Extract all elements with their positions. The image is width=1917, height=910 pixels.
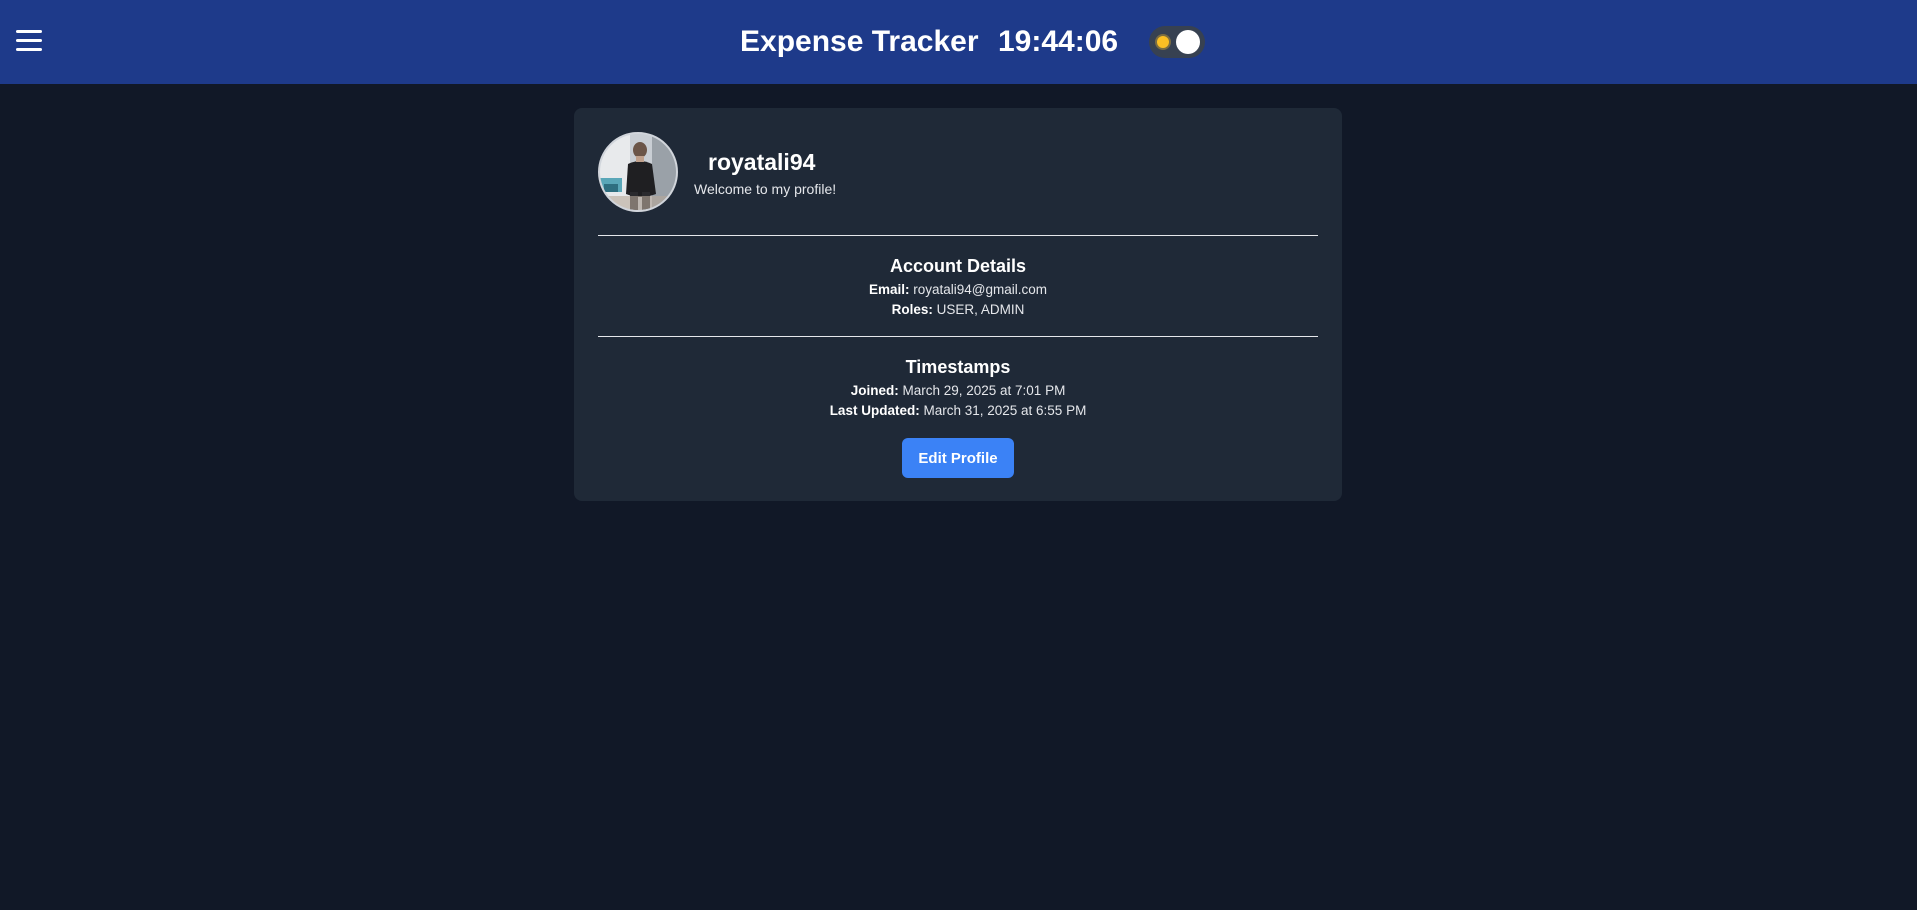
divider	[598, 336, 1318, 337]
joined-label: Joined:	[850, 383, 899, 398]
account-details-section: Account Details Email: royatali94@gmail.…	[598, 254, 1318, 320]
email-row: Email: royatali94@gmail.com	[598, 280, 1318, 300]
profile-tagline: Welcome to my profile!	[694, 181, 837, 197]
hamburger-menu-icon[interactable]	[16, 30, 42, 52]
roles-value: USER, ADMIN	[936, 302, 1025, 317]
avatar-photo	[600, 134, 676, 210]
joined-value: March 29, 2025 at 7:01 PM	[902, 383, 1066, 398]
avatar	[598, 132, 678, 212]
clock: 19:44:06	[998, 25, 1119, 58]
divider	[598, 235, 1318, 236]
timestamps-title: Timestamps	[905, 357, 1011, 377]
roles-label: Roles:	[891, 302, 933, 317]
joined-row: Joined: March 29, 2025 at 7:01 PM	[598, 381, 1318, 401]
email-value: royatali94@gmail.com	[913, 282, 1048, 297]
email-label: Email:	[868, 282, 910, 297]
last-updated-label: Last Updated:	[829, 403, 920, 418]
toggle-knob	[1176, 30, 1200, 54]
edit-profile-button[interactable]: Edit Profile	[902, 438, 1014, 478]
last-updated-value: March 31, 2025 at 6:55 PM	[923, 403, 1087, 418]
roles-row: Roles: USER, ADMIN	[598, 300, 1318, 320]
profile-card: royatali94 Welcome to my profile! Accoun…	[574, 108, 1342, 501]
app-title: Expense Tracker	[740, 25, 979, 58]
top-navbar: Expense Tracker 19:44:06	[0, 0, 1917, 84]
last-updated-row: Last Updated: March 31, 2025 at 6:55 PM	[598, 401, 1318, 421]
theme-toggle[interactable]	[1149, 26, 1205, 58]
sun-icon	[1157, 36, 1169, 48]
username: royatali94	[708, 149, 816, 175]
account-details-title: Account Details	[889, 256, 1027, 276]
timestamps-section: Timestamps Joined: March 29, 2025 at 7:0…	[598, 355, 1318, 421]
